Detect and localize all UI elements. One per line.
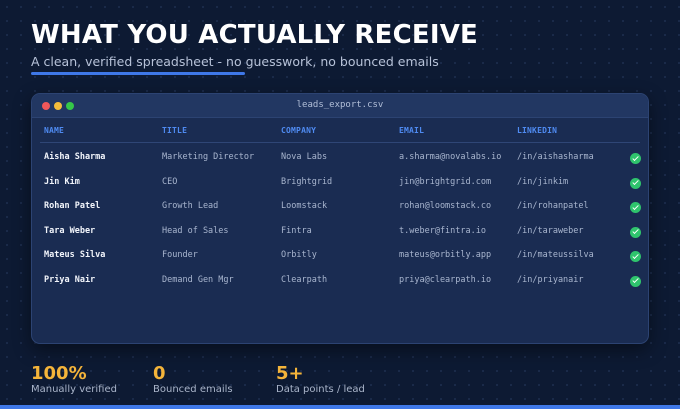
- cell-email: jin@brightgrid.com: [399, 176, 492, 187]
- stat-data-points: 5+ Data points / lead: [276, 364, 365, 396]
- cell-name: Tara Weber: [44, 225, 96, 236]
- stat-label: Manually verified: [31, 384, 117, 395]
- table-row: Jin Kim CEO Brightgrid jin@brightgrid.co…: [40, 168, 641, 193]
- cell-title: Head of Sales: [162, 225, 229, 236]
- stat-value: 5+: [276, 363, 304, 384]
- cell-company: Clearpath: [281, 274, 328, 285]
- column-header-linkedin: LINKEDIN: [517, 126, 558, 135]
- table-row: Aisha Sharma Marketing Director Nova Lab…: [40, 143, 641, 168]
- cell-linkedin: /in/priyanair: [517, 274, 584, 285]
- table-row: Priya Nair Demand Gen Mgr Clearpath priy…: [40, 266, 641, 291]
- check-circle-icon: [630, 202, 641, 213]
- cell-company: Loomstack: [281, 201, 328, 211]
- cell-linkedin: /in/mateussilva: [517, 250, 594, 260]
- cell-linkedin: /in/taraweber: [517, 225, 584, 236]
- cell-linkedin: /in/rohanpatel: [517, 201, 589, 211]
- cell-title: CEO: [162, 176, 178, 187]
- cell-name: Jin Kim: [44, 176, 80, 187]
- stat-label: Bounced emails: [153, 384, 233, 395]
- table-row: Mateus Silva Founder Orbitly mateus@orbi…: [40, 241, 641, 266]
- cell-company: Orbitly: [281, 250, 317, 260]
- table-row: Rohan Patel Growth Lead Loomstack rohan@…: [40, 192, 641, 217]
- cell-company: Brightgrid: [281, 176, 333, 187]
- stat-bounced-emails: 0 Bounced emails: [153, 364, 233, 396]
- check-circle-icon: [630, 275, 641, 287]
- spreadsheet-window: leads_export.csv NAME TITLE COMPANY EMAI…: [31, 93, 649, 344]
- cell-title: Founder: [162, 250, 198, 260]
- window-titlebar: leads_export.csv: [32, 94, 648, 118]
- check-circle-icon: [630, 153, 641, 164]
- table-row: Tara Weber Head of Sales Fintra t.weber@…: [40, 217, 641, 242]
- check-circle-icon: [630, 226, 641, 238]
- column-header-title: TITLE: [162, 126, 188, 135]
- cell-name: Mateus Silva: [44, 250, 106, 260]
- page-title: WHAT YOU ACTUALLY RECEIVE: [31, 20, 479, 50]
- cell-company: Fintra: [281, 225, 312, 236]
- cell-email: mateus@orbitly.app: [399, 250, 492, 260]
- cell-name: Priya Nair: [44, 274, 96, 285]
- cell-linkedin: /in/jinkim: [517, 176, 569, 187]
- column-header-company: COMPANY: [281, 126, 317, 135]
- check-circle-icon: [630, 177, 641, 189]
- table-header-row: NAME TITLE COMPANY EMAIL LINKEDIN: [40, 118, 640, 143]
- cell-title: Marketing Director: [162, 152, 255, 162]
- cell-title: Demand Gen Mgr: [162, 274, 234, 285]
- stat-value: 0: [153, 363, 166, 384]
- title-underline: [31, 72, 245, 75]
- column-header-email: EMAIL: [399, 126, 425, 135]
- bottom-accent-bar: [0, 405, 680, 409]
- column-header-name: NAME: [44, 126, 65, 135]
- page-subtitle: A clean, verified spreadsheet - no guess…: [31, 54, 439, 69]
- check-circle-icon: [630, 251, 641, 262]
- stat-label: Data points / lead: [276, 384, 365, 395]
- cell-linkedin: /in/aishasharma: [517, 152, 594, 162]
- cell-title: Growth Lead: [162, 201, 219, 211]
- cell-email: rohan@loomstack.co: [399, 201, 492, 211]
- stat-value: 100%: [31, 363, 87, 384]
- leads-table: NAME TITLE COMPANY EMAIL LINKEDIN Aisha …: [32, 118, 648, 290]
- stat-manually-verified: 100% Manually verified: [31, 364, 117, 396]
- cell-email: t.weber@fintra.io: [399, 225, 486, 236]
- cell-email: a.sharma@novalabs.io: [399, 152, 502, 162]
- cell-company: Nova Labs: [281, 152, 328, 162]
- cell-name: Aisha Sharma: [44, 152, 106, 162]
- cell-name: Rohan Patel: [44, 201, 101, 211]
- cell-email: priya@clearpath.io: [399, 274, 492, 285]
- window-filename: leads_export.csv: [296, 100, 384, 110]
